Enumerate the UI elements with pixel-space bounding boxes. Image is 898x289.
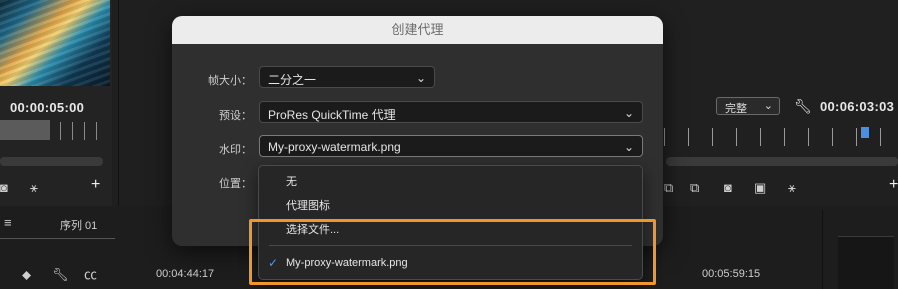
- menu-item-proxy-icon[interactable]: 代理图标: [259, 195, 642, 217]
- source-monitor: 00:00:05:00 ◙ ⚹ +: [0, 0, 112, 206]
- chevron-down-icon: ⌄: [763, 100, 773, 112]
- program-playhead[interactable]: [861, 127, 869, 138]
- tab-underline: [0, 238, 115, 239]
- wrench-icon[interactable]: 🔧︎: [794, 99, 812, 113]
- quality-select[interactable]: 完整 ⌄: [716, 97, 780, 115]
- panel-divider[interactable]: [118, 0, 119, 206]
- program-zoom-bar[interactable]: [666, 157, 898, 166]
- extract-icon[interactable]: ⧉: [690, 181, 699, 195]
- source-timecode[interactable]: 00:00:05:00: [10, 100, 84, 115]
- camera-icon[interactable]: ◙: [0, 181, 8, 195]
- frame-size-value: 二分之一: [268, 73, 317, 87]
- highlight-box: [249, 219, 656, 285]
- source-zoom-bar[interactable]: [0, 157, 103, 166]
- marker-icon[interactable]: ⬥: [22, 268, 31, 282]
- add-icon[interactable]: +: [889, 177, 898, 193]
- quality-select-value: 完整: [725, 103, 747, 115]
- add-icon[interactable]: +: [91, 177, 100, 193]
- sequence-tab[interactable]: 序列 01: [60, 217, 97, 233]
- frame-size-select[interactable]: 二分之一 ⌄: [259, 66, 435, 88]
- preset-label: 预设：: [219, 110, 252, 122]
- source-thumbnail: [0, 0, 110, 86]
- camera-icon[interactable]: ◙: [724, 181, 732, 195]
- chevron-down-icon: ⌄: [623, 140, 634, 154]
- watermark-value: My-proxy-watermark.png: [268, 140, 401, 154]
- chevron-down-icon: ⌄: [415, 71, 426, 85]
- timeline-time-right: 00:05:59:15: [702, 268, 761, 280]
- preset-select[interactable]: ProRes QuickTime 代理 ⌄: [259, 101, 643, 123]
- source-scrub-track[interactable]: [0, 120, 50, 140]
- export-frame-icon[interactable]: ⚹: [788, 181, 796, 195]
- program-timecode[interactable]: 00:06:03:03: [820, 99, 894, 114]
- editor-window: 00:00:05:00 ◙ ⚹ + 完整 ⌄ 🔧︎ 00:06:03:03 ⧉ …: [0, 0, 898, 289]
- frame-size-label: 帧大小：: [208, 75, 252, 87]
- meter-divider[interactable]: [822, 210, 823, 289]
- dialog-title: 创建代理: [172, 16, 663, 44]
- export-frame-icon[interactable]: ⚹: [30, 181, 38, 195]
- panel-menu-icon[interactable]: ≡: [4, 216, 12, 230]
- captions-icon[interactable]: ㏄: [84, 268, 97, 282]
- wrench-icon[interactable]: 🔧︎: [52, 268, 69, 282]
- preset-value: ProRes QuickTime 代理: [268, 108, 396, 122]
- audio-meter: [838, 236, 894, 289]
- lift-icon[interactable]: ⧉: [664, 181, 673, 195]
- menu-item-none[interactable]: 无: [259, 171, 642, 193]
- watermark-select[interactable]: My-proxy-watermark.png ⌄: [259, 135, 643, 157]
- compare-icon[interactable]: ▣: [754, 181, 766, 195]
- position-label: 位置：: [219, 178, 252, 190]
- chevron-down-icon: ⌄: [623, 106, 634, 120]
- timeline-time-left: 00:04:44:17: [156, 268, 215, 280]
- watermark-label: 水印：: [219, 144, 252, 156]
